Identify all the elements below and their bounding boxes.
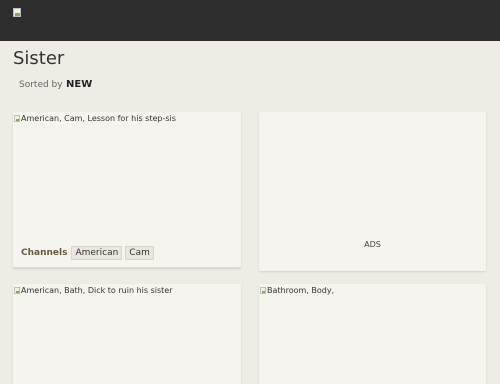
thumbnail-alt-text: Bathroom, Body,	[267, 286, 335, 295]
broken-image-icon	[14, 287, 20, 294]
broken-image-icon	[14, 115, 20, 122]
video-thumbnail[interactable]: Bathroom, Body,	[260, 286, 334, 295]
top-navigation-bar	[0, 0, 500, 41]
card-divider	[13, 267, 241, 268]
ad-slot: ADS	[259, 112, 486, 271]
video-thumbnail[interactable]: American, Cam, Lesson for his step-sis	[14, 114, 176, 123]
site-logo[interactable]	[13, 8, 22, 18]
channel-tag-american[interactable]: American	[71, 246, 123, 260]
video-card[interactable]: American, Cam, Lesson for his step-sis C…	[13, 112, 241, 268]
thumbnail-alt-text: American, Bath, Dick to ruin his sister	[21, 286, 173, 295]
sort-label: Sorted by	[19, 80, 63, 90]
broken-image-icon	[260, 287, 266, 294]
channels-row: Channels American Cam	[21, 246, 157, 260]
page-title: Sister	[13, 48, 65, 69]
thumbnail-alt-text: American, Cam, Lesson for his step-sis	[21, 114, 176, 123]
video-card[interactable]: Bathroom, Body,	[259, 284, 486, 384]
video-card[interactable]: American, Bath, Dick to ruin his sister	[13, 284, 241, 384]
sort-new-link[interactable]: NEW	[66, 79, 92, 90]
video-thumbnail[interactable]: American, Bath, Dick to ruin his sister	[14, 286, 172, 295]
ads-label: ADS	[364, 240, 381, 249]
channel-tag-cam[interactable]: Cam	[125, 246, 154, 260]
channels-label: Channels	[21, 248, 68, 258]
